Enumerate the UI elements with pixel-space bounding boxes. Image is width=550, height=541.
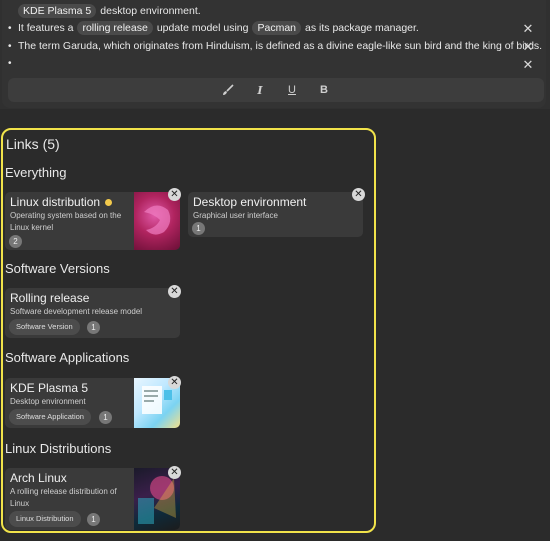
card-title-text: Linux distribution [10,195,101,209]
count-badge: 2 [9,235,22,248]
card-description: A rolling release distribution of Linux [10,487,117,508]
card-title: Arch Linux [10,471,67,485]
remove-link-button[interactable]: ✕ [168,376,181,389]
link-card-linux-distribution[interactable]: Linux distribution Operating system base… [5,192,180,250]
card-title: Linux distribution [10,195,113,209]
link-card-kde-plasma[interactable]: KDE Plasma 5 Desktop environment Softwar… [5,378,180,428]
card-description: Software development release model [10,307,143,316]
card-description: Operating system based on the Linux kern… [10,211,122,232]
format-toolbar: I U B [8,78,544,102]
notes-panel: KDE Plasma 5 desktop environment. • It f… [0,0,550,109]
remove-link-button[interactable]: ✕ [352,188,365,201]
card-description: Desktop environment [10,397,86,406]
count-badge: 1 [99,411,112,424]
note-text: desktop environment. [100,5,201,17]
count-badge: 1 [192,222,205,235]
tag-pill[interactable]: Software Application [9,409,91,425]
tag-pill[interactable]: Linux Distribution [9,511,81,527]
remove-link-button[interactable]: ✕ [168,466,181,479]
link-card-desktop-environment[interactable]: Desktop environment Graphical user inter… [188,192,363,237]
count-badge: 1 [87,321,100,334]
bullet-icon: • [8,40,12,52]
brush-icon[interactable] [221,83,235,97]
delete-line-icon[interactable]: ✕ [522,22,534,35]
card-description: Graphical user interface [193,211,278,220]
note-line: • It features a rolling release update m… [8,21,419,35]
group-title: Linux Distributions [5,441,112,456]
tag-pill[interactable]: Software Version [9,319,80,335]
note-chip[interactable]: rolling release [77,21,153,35]
bullet-icon: • [8,58,12,69]
group-title: Software Applications [5,350,130,365]
remove-link-button[interactable]: ✕ [168,188,181,201]
links-panel: Links (5) Everything Linux distribution … [1,128,376,533]
card-title: Rolling release [10,291,90,305]
note-text: The term Garuda, which originates from H… [18,40,543,52]
status-dot [105,198,113,206]
card-title: Desktop environment [193,195,307,209]
link-card-rolling-release[interactable]: Rolling release Software development rel… [5,288,180,338]
bold-button[interactable]: B [317,83,331,97]
underline-button[interactable]: U [285,83,299,97]
group-title: Software Versions [5,261,110,276]
note-chip[interactable]: KDE Plasma 5 [18,4,97,18]
note-line[interactable]: • [8,58,18,69]
bullet-icon: • [8,22,12,34]
note-chip[interactable]: Pacman [252,21,302,35]
card-title: KDE Plasma 5 [10,381,89,395]
delete-line-icon[interactable]: ✕ [522,58,534,71]
note-line: KDE Plasma 5 desktop environment. [14,4,201,18]
note-line: • The term Garuda, which originates from… [8,40,542,52]
note-text: update model using [156,22,249,34]
count-badge: 1 [87,513,100,526]
remove-link-button[interactable]: ✕ [168,285,181,298]
link-card-arch-linux[interactable]: Arch Linux A rolling release distributio… [5,468,180,530]
delete-line-icon[interactable]: ✕ [522,40,534,53]
italic-button[interactable]: I [253,83,267,97]
note-text: as its package manager. [305,22,419,34]
note-text: It features a [18,22,74,34]
group-title: Everything [5,165,67,180]
notes-editor[interactable]: KDE Plasma 5 desktop environment. • It f… [2,0,546,108]
links-title: Links (5) [6,136,60,152]
